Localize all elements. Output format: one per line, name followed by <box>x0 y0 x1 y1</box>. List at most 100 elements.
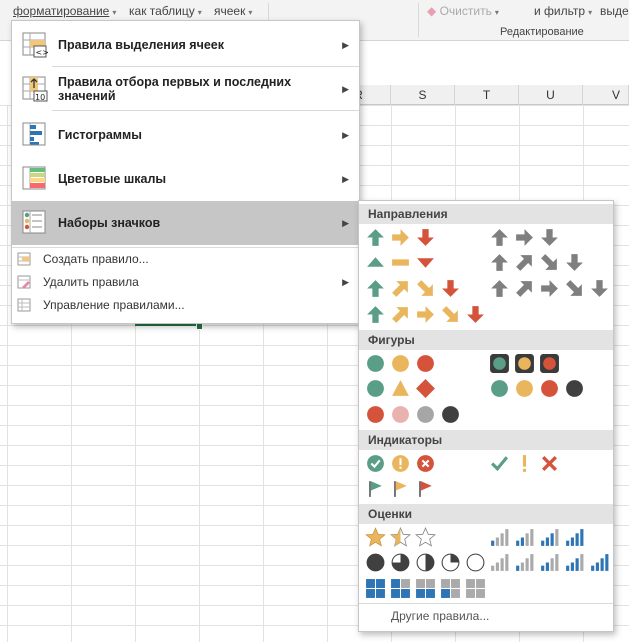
check-green-icon <box>491 456 509 472</box>
signal-bars-3-icon <box>541 529 559 546</box>
icon-set-3-triangles[interactable] <box>365 252 436 273</box>
clear-rules-icon <box>17 275 31 289</box>
column-header-s[interactable]: S <box>391 85 455 105</box>
menu-item-color-scales[interactable]: Цветовые шкалы ▶ <box>12 157 359 201</box>
signal-bars-2-icon <box>541 554 559 571</box>
icon-set-3-traffic-lights-unrimmed[interactable] <box>365 353 436 374</box>
menu-item-manage-rules[interactable]: Управление правилами... <box>12 294 359 316</box>
column-header-t[interactable]: T <box>455 85 519 105</box>
arrow-down-right-yellow-icon <box>417 280 433 296</box>
arrow-up-green-icon <box>367 306 384 323</box>
menu-item-label: Управление правилами... <box>43 298 185 312</box>
more-rules-link[interactable]: Другие правила... <box>391 609 489 623</box>
chevron-down-icon: ▾ <box>588 8 593 17</box>
icon-set-5-ratings-bars[interactable] <box>489 552 610 573</box>
arrow-down-right-gray-icon <box>541 254 557 270</box>
quarter-empty-icon <box>466 553 485 572</box>
menu-item-new-rule[interactable]: Создать правило... <box>12 248 359 270</box>
star-empty-icon <box>415 527 436 547</box>
menu-item-icon-sets[interactable]: Наборы значков ▶ <box>12 201 359 245</box>
format-as-table-button[interactable]: как таблицу ▾ <box>129 4 202 18</box>
column-header-u[interactable]: U <box>519 85 583 105</box>
cell-styles-label: ячеек <box>214 4 246 18</box>
menu-item-label: Удалить правила <box>43 275 139 289</box>
chevron-right-icon: ▶ <box>342 276 349 287</box>
chevron-right-icon: ▶ <box>342 129 349 140</box>
menu-item-label: Наборы значков <box>58 216 161 230</box>
triangle-yellow-icon <box>392 380 409 396</box>
conditional-formatting-menu: <> Правила выделения ячеек ▶ 10 Правила … <box>11 20 360 324</box>
chevron-down-icon: ▾ <box>494 8 499 17</box>
new-rule-icon <box>17 252 31 266</box>
menu-item-clear-rules[interactable]: Удалить правила ▶ <box>12 271 359 293</box>
find-select-button[interactable]: выде <box>600 4 629 18</box>
icon-set-3-symbols-circled[interactable] <box>365 453 436 474</box>
eraser-icon: ◆ <box>427 4 437 18</box>
circle-green-icon <box>367 380 384 397</box>
color-scales-icon <box>22 166 48 192</box>
conditional-formatting-button[interactable]: форматирование ▾ <box>13 4 116 18</box>
chevron-down-icon: ▾ <box>112 8 117 17</box>
fill-handle[interactable] <box>196 323 203 330</box>
chevron-down-icon: ▾ <box>248 8 253 17</box>
flag-yellow-icon <box>394 481 407 497</box>
circle-red-icon <box>367 406 384 423</box>
svg-text:<>: <> <box>36 48 49 57</box>
icon-set-4-arrows-colored[interactable] <box>365 278 461 299</box>
boxes-0-icon <box>466 579 485 598</box>
circle-green-icon <box>491 380 508 397</box>
signal-bars-0-icon <box>491 554 509 571</box>
circle-black-icon <box>442 406 459 423</box>
circle-red-icon <box>417 355 434 372</box>
signal-bars-4-icon <box>591 554 609 571</box>
arrow-down-gray-icon <box>566 254 583 271</box>
menu-item-label: Правила выделения ячеек <box>58 38 224 52</box>
boxes-1-icon <box>441 579 460 598</box>
clear-button[interactable]: ◆ Очистить ▾ <box>427 4 499 18</box>
cell-styles-button[interactable]: ячеек ▾ <box>214 4 252 18</box>
icon-set-4-ratings-bars[interactable] <box>489 527 585 548</box>
column-header-v[interactable]: V <box>583 85 629 105</box>
sort-filter-button[interactable]: и фильтр ▾ <box>534 4 592 18</box>
signal-bars-4-icon <box>566 529 584 546</box>
icon-set-3-traffic-lights-rimmed[interactable] <box>489 353 560 374</box>
arrow-up-right-yellow-icon <box>392 307 408 323</box>
icon-set-3-stars[interactable] <box>365 527 436 548</box>
icon-set-5-boxes[interactable] <box>365 578 486 599</box>
traffic-light-yellow-icon <box>515 354 534 373</box>
arrow-down-right-gray-icon <box>566 280 582 296</box>
arrow-up-right-gray-icon <box>516 255 532 271</box>
exclamation-circle-yellow-icon <box>392 455 409 472</box>
signal-bars-2-icon <box>516 529 534 546</box>
menu-item-highlight-cells-rules[interactable]: <> Правила выделения ячеек ▶ <box>12 23 359 67</box>
icon-set-5-arrows-gray[interactable] <box>489 278 610 299</box>
icon-set-5-quarters[interactable] <box>365 552 486 573</box>
icon-set-3-arrows-colored[interactable] <box>365 227 436 248</box>
arrow-right-gray-icon <box>541 280 558 297</box>
arrow-up-gray-icon <box>491 254 508 271</box>
dash-yellow-icon <box>392 259 409 266</box>
section-header-directional: Направления <box>359 204 613 224</box>
menu-item-top-bottom-rules[interactable]: 10 Правила отбора первых и последних зна… <box>12 67 359 111</box>
icon-set-red-to-black[interactable] <box>365 404 461 425</box>
icon-set-4-traffic-lights[interactable] <box>489 378 585 399</box>
circle-red-icon <box>541 380 558 397</box>
section-header-indicators: Индикаторы <box>359 430 613 450</box>
icon-set-4-arrows-gray[interactable] <box>489 252 585 273</box>
menu-item-label: Гистограммы <box>58 128 142 142</box>
triangle-up-green-icon <box>367 257 384 267</box>
chevron-right-icon: ▶ <box>342 173 349 184</box>
icon-set-3-symbols[interactable] <box>489 453 560 474</box>
chevron-right-icon: ▶ <box>342 39 349 50</box>
signal-bars-1-icon <box>516 554 534 571</box>
signal-bars-3-icon <box>566 554 584 571</box>
check-circle-green-icon <box>367 455 384 472</box>
icon-set-3-arrows-gray[interactable] <box>489 227 560 248</box>
menu-item-data-bars[interactable]: Гистограммы ▶ <box>12 113 359 157</box>
exclamation-yellow-icon <box>522 455 527 472</box>
diamond-red-icon <box>416 379 435 398</box>
x-red-icon <box>542 456 557 471</box>
icon-set-3-flags[interactable] <box>365 478 436 499</box>
icon-set-3-signs[interactable] <box>365 378 436 399</box>
icon-set-5-arrows-colored[interactable] <box>365 304 486 325</box>
